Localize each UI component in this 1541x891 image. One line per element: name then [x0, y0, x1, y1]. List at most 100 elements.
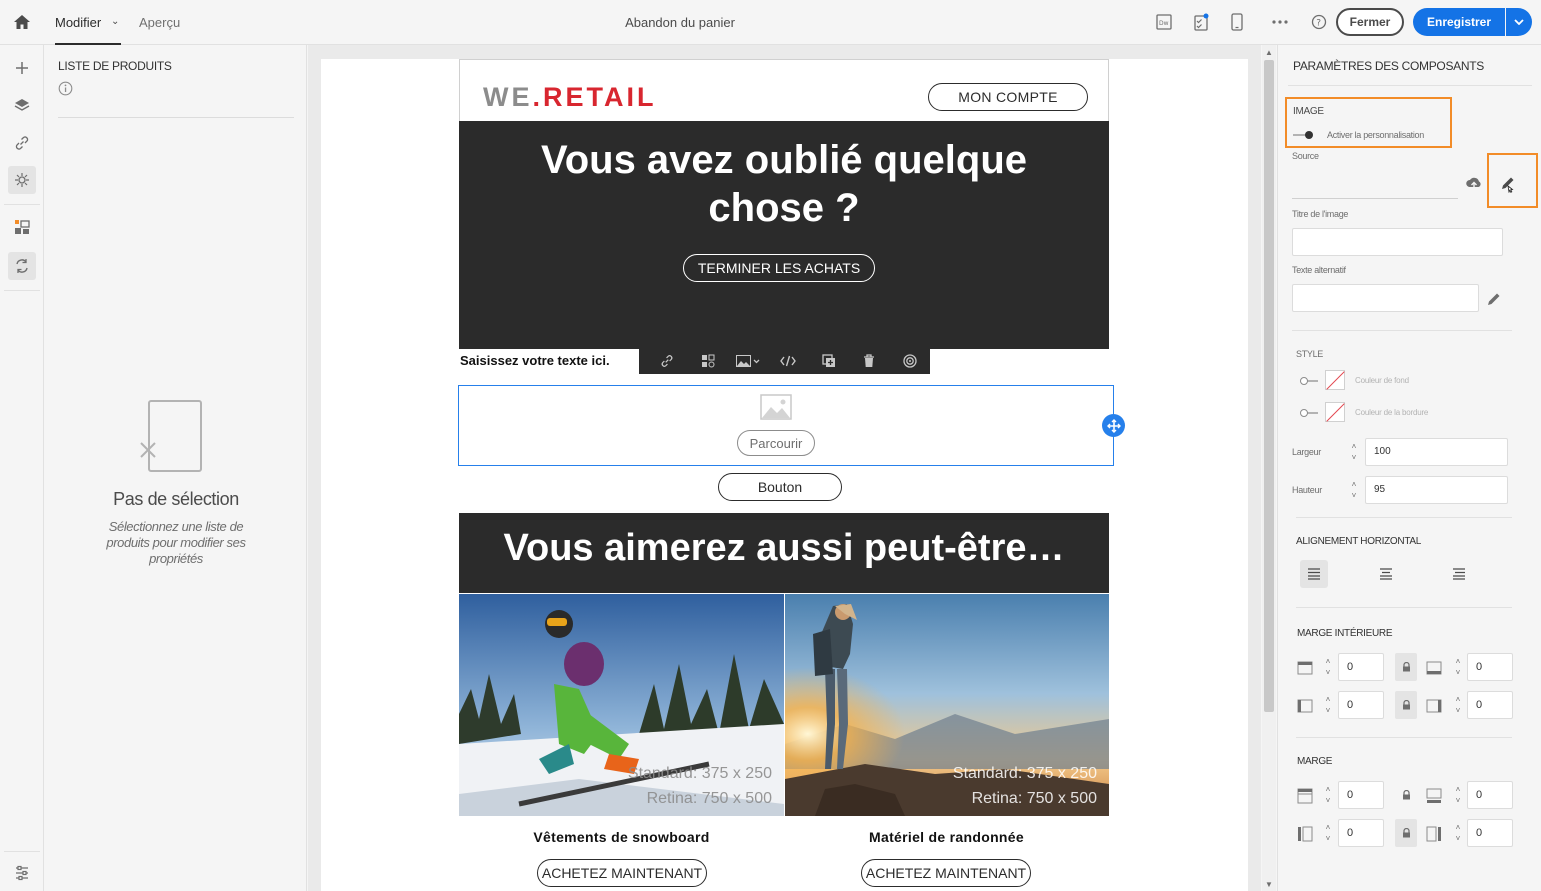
border-color-toggle[interactable]	[1300, 409, 1320, 417]
duplicate-icon[interactable]	[809, 348, 849, 374]
product-name[interactable]: Vêtements de snowboard	[459, 829, 784, 845]
height-label: Hauteur	[1292, 485, 1322, 495]
dreamweaver-icon[interactable]: Dw	[1154, 12, 1174, 32]
padding-bottom-stepper[interactable]: ˄ ˅	[1450, 653, 1466, 681]
no-selection-icon	[137, 399, 207, 475]
recommendation-title[interactable]: Vous aimerez aussi peut-être…	[459, 527, 1109, 570]
margin-right-input[interactable]: 0	[1467, 819, 1513, 847]
bg-color-swatch[interactable]	[1325, 370, 1345, 390]
width-input[interactable]: 100	[1365, 438, 1508, 466]
edit-source-pencil-icon[interactable]	[1499, 175, 1517, 194]
margin-top-stepper[interactable]: ˄ ˅	[1320, 781, 1336, 809]
padding-right-stepper[interactable]: ˄ ˅	[1450, 691, 1466, 719]
padding-bottom-input[interactable]: 0	[1467, 653, 1513, 681]
padding-lock-icon[interactable]	[1395, 653, 1417, 681]
height-stepper[interactable]: ˄ ˅	[1346, 476, 1362, 504]
product-image-hiking[interactable]: Standard: 375 x 250 Retina: 750 x 500	[785, 594, 1109, 816]
chevron-down-icon: ⌄	[111, 16, 120, 27]
padding-left-stepper[interactable]: ˄ ˅	[1320, 691, 1336, 719]
margin-left-icon	[1297, 826, 1313, 842]
tab-preview[interactable]: Aperçu	[139, 0, 180, 45]
empty-description: Sélectionnez une liste de produits pour …	[106, 519, 246, 566]
personalize-block-icon[interactable]	[687, 348, 727, 374]
browse-button[interactable]: Parcourir	[737, 430, 815, 456]
sync-icon[interactable]	[8, 252, 36, 280]
properties-icon[interactable]	[8, 859, 36, 887]
home-icon[interactable]	[10, 11, 34, 33]
margin-lock-icon[interactable]	[1395, 819, 1417, 847]
scroll-up-icon[interactable]: ▲	[1265, 48, 1273, 57]
alt-text-input[interactable]	[1292, 284, 1479, 312]
margin-bottom-icon	[1426, 788, 1442, 804]
bg-color-toggle[interactable]	[1300, 377, 1320, 385]
recommendation-band[interactable]: Vous aimerez aussi peut-être…	[459, 513, 1109, 593]
edit-alt-text-pencil-icon[interactable]	[1486, 291, 1502, 307]
save-button[interactable]: Enregistrer	[1413, 8, 1505, 36]
generic-button[interactable]: Bouton	[718, 473, 842, 501]
margin-right-stepper[interactable]: ˄ ˅	[1450, 819, 1466, 847]
personalize-label: Activer la personnalisation	[1327, 130, 1424, 140]
help-icon[interactable]: ?	[1309, 12, 1329, 32]
components-icon[interactable]	[8, 166, 36, 194]
text-placeholder[interactable]: Saisissez votre texte ici.	[460, 353, 610, 368]
move-icon[interactable]	[1102, 414, 1125, 437]
padding-left-input[interactable]: 0	[1338, 691, 1384, 719]
email-body: WE.RETAIL MON COMPTE Vous avez oublié qu…	[458, 59, 1125, 891]
link-icon[interactable]	[8, 129, 36, 157]
tab-modify[interactable]: Modifier ⌄	[55, 0, 121, 45]
link-icon[interactable]	[647, 348, 687, 374]
layers-icon[interactable]	[8, 91, 36, 119]
margin-lock-icon[interactable]	[1395, 781, 1417, 809]
personalize-toggle[interactable]	[1293, 131, 1313, 139]
align-center-icon[interactable]	[1372, 560, 1400, 588]
email-header[interactable]: WE.RETAIL MON COMPTE	[459, 59, 1109, 121]
code-icon[interactable]	[768, 348, 808, 374]
panel-title: LISTE DE PRODUITS	[58, 59, 172, 73]
save-options-button[interactable]	[1506, 8, 1532, 36]
add-icon[interactable]	[8, 54, 36, 82]
info-icon[interactable]	[58, 81, 73, 96]
more-icon[interactable]	[1270, 12, 1290, 32]
mobile-icon[interactable]	[1227, 12, 1247, 32]
padding-top-input[interactable]: 0	[1338, 653, 1384, 681]
margin-top-icon	[1297, 788, 1313, 804]
product-image-snowboard[interactable]: Standard: 375 x 250 Retina: 750 x 500	[459, 594, 784, 816]
my-account-button[interactable]: MON COMPTE	[928, 83, 1088, 111]
margin-top-input[interactable]: 0	[1338, 781, 1384, 809]
width-stepper[interactable]: ˄ ˅	[1346, 438, 1362, 466]
target-icon[interactable]	[890, 348, 930, 374]
padding-lock-icon[interactable]	[1395, 691, 1417, 719]
align-right-icon[interactable]	[1445, 560, 1473, 588]
margin-bottom-input[interactable]: 0	[1467, 781, 1513, 809]
align-left-icon[interactable]	[1300, 560, 1328, 588]
product-name[interactable]: Matériel de randonnée	[784, 829, 1109, 845]
delete-icon[interactable]	[849, 348, 889, 374]
margin-left-stepper[interactable]: ˄ ˅	[1320, 819, 1336, 847]
margin-left-input[interactable]: 0	[1338, 819, 1384, 847]
border-color-swatch[interactable]	[1325, 402, 1345, 422]
padding-top-stepper[interactable]: ˄ ˅	[1320, 653, 1336, 681]
scrollbar-thumb[interactable]	[1264, 60, 1274, 712]
panel-title: PARAMÈTRES DES COMPOSANTS	[1293, 59, 1484, 73]
scroll-down-icon[interactable]: ▼	[1265, 880, 1273, 889]
empty-title: Pas de sélection	[113, 489, 239, 509]
buy-now-button[interactable]: ACHETEZ MAINTENANT	[861, 859, 1031, 887]
we-retail-logo: WE.RETAIL	[483, 82, 657, 112]
finish-shopping-button[interactable]: TERMINER LES ACHATS	[683, 254, 875, 282]
fragments-icon[interactable]	[8, 213, 36, 241]
checklist-icon[interactable]	[1191, 12, 1211, 32]
canvas-scrollbar[interactable]: ▲ ▼	[1262, 45, 1276, 891]
height-input[interactable]: 95	[1365, 476, 1508, 504]
hero-block[interactable]: Vous avez oublié quelque chose ? TERMINE…	[459, 121, 1109, 349]
margin-bottom-stepper[interactable]: ˄ ˅	[1450, 781, 1466, 809]
close-button[interactable]: Fermer	[1336, 8, 1404, 36]
source-label: Source	[1292, 151, 1319, 161]
image-title-input[interactable]	[1292, 228, 1503, 256]
hero-title[interactable]: Vous avez oublié quelque chose ?	[489, 136, 1079, 232]
upload-icon[interactable]	[1465, 175, 1483, 191]
buy-now-button[interactable]: ACHETEZ MAINTENANT	[537, 859, 707, 887]
selected-image-block[interactable]: Parcourir	[458, 385, 1114, 466]
image-options-icon[interactable]	[728, 348, 768, 374]
padding-right-input[interactable]: 0	[1467, 691, 1513, 719]
padding-bottom-icon	[1426, 660, 1442, 676]
